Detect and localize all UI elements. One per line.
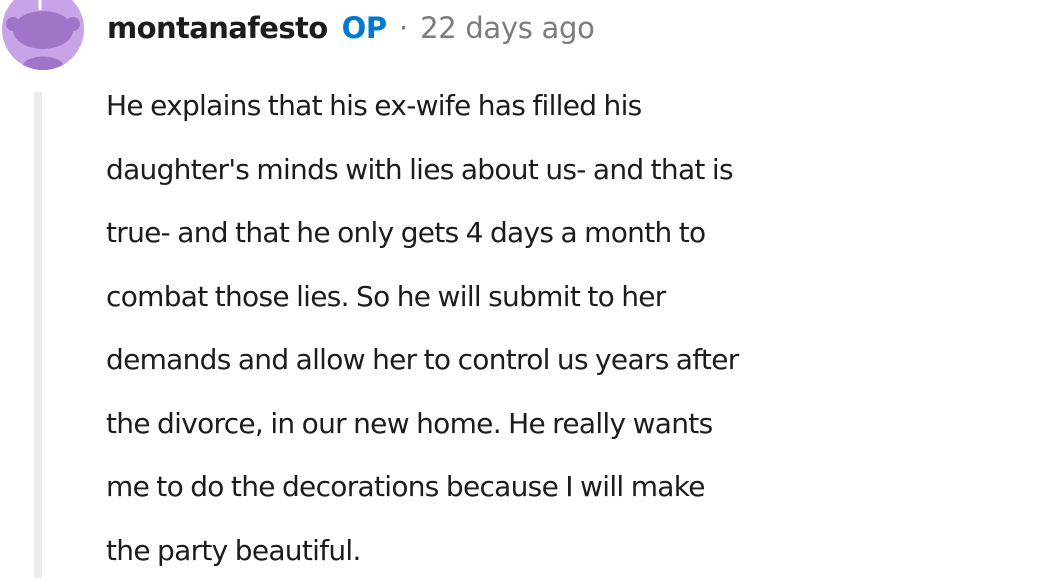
comment-timestamp[interactable]: 22 days ago	[420, 11, 594, 45]
comment-body-line: true- and that he only gets 4 days a mon…	[106, 201, 1055, 265]
comment-body-line: me to do the decorations because I will …	[106, 455, 1055, 519]
comment-body-line: the divorce, in our new home. He really …	[106, 392, 1055, 456]
comment-body-line: combat those lies. So he will submit to …	[106, 265, 1055, 329]
comment-body: He explains that his ex-wife has filled …	[106, 74, 1055, 582]
reddit-snoo-avatar-icon	[2, 0, 84, 70]
comment: montanafesto OP · 22 days ago He explain…	[0, 0, 1055, 578]
comment-body-line: the party beautiful.	[106, 519, 1055, 582]
op-badge: OP	[342, 11, 387, 45]
thread-line[interactable]	[34, 92, 42, 578]
comment-meta: montanafesto OP · 22 days ago	[107, 8, 595, 48]
comment-body-line: He explains that his ex-wife has filled …	[106, 74, 1055, 138]
comment-body-line: daughter's minds with lies about us- and…	[106, 138, 1055, 202]
author-username[interactable]: montanafesto	[107, 11, 328, 45]
meta-separator: ·	[399, 11, 408, 45]
user-avatar-icon[interactable]	[2, 0, 84, 70]
comment-body-line: demands and allow her to control us year…	[106, 328, 1055, 392]
